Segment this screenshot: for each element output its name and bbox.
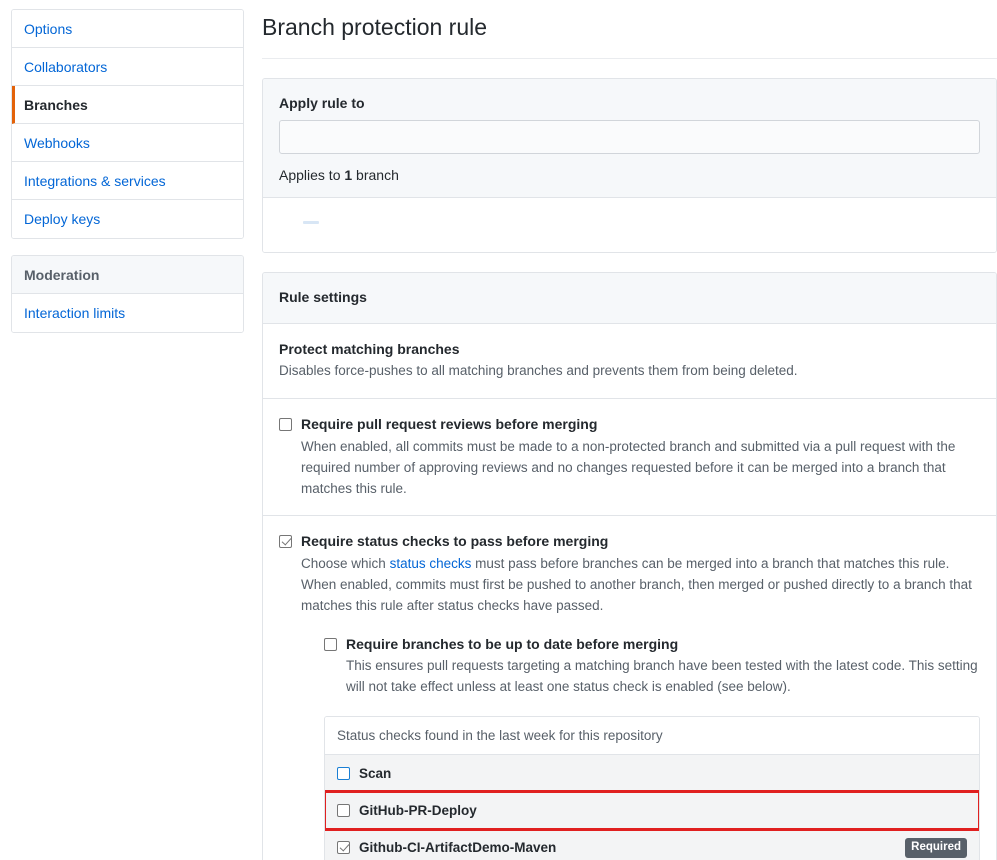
status-check-row-scan[interactable]: Scan	[325, 755, 979, 792]
redacted-branch-name	[303, 221, 319, 224]
sidebar-group-moderation: Moderation Interaction limits	[11, 255, 244, 333]
status-check-checkbox-github-ci-artifactdemo-maven[interactable]	[337, 841, 350, 854]
require-status-checks-checkbox[interactable]	[279, 535, 292, 548]
require-status-checks-row: Require status checks to pass before mer…	[263, 516, 996, 860]
sidebar-item-interaction-limits[interactable]: Interaction limits	[12, 294, 243, 332]
applies-to-count: 1	[344, 167, 352, 183]
status-check-row-github-pr-deploy[interactable]: GitHub-PR-Deploy	[325, 792, 979, 829]
require-status-checks-title: Require status checks to pass before mer…	[301, 532, 980, 552]
status-check-row-github-ci-artifactdemo-maven[interactable]: Github-CI-ArtifactDemo-Maven Required	[325, 829, 979, 860]
require-branches-up-to-date-desc: This ensures pull requests targeting a m…	[346, 656, 980, 698]
sidebar-item-webhooks[interactable]: Webhooks	[12, 124, 243, 162]
apply-rule-label: Apply rule to	[279, 95, 980, 111]
sidebar-item-label: Branches	[24, 97, 88, 113]
sidebar-group-repository: Options Collaborators Branches Webhooks …	[11, 9, 244, 239]
require-branches-up-to-date-title: Require branches to be up to date before…	[346, 635, 980, 655]
status-badge-required: Required	[905, 838, 967, 858]
applies-to-suffix: branch	[352, 167, 399, 183]
require-pull-request-reviews-title: Require pull request reviews before merg…	[301, 415, 980, 435]
require-pull-request-reviews-desc: When enabled, all commits must be made t…	[301, 437, 980, 500]
sidebar-item-branches[interactable]: Branches	[12, 86, 243, 124]
sidebar-item-label: Webhooks	[24, 135, 90, 151]
rule-settings-panel: Rule settings Protect matching branches …	[262, 272, 997, 860]
sidebar-group-header-moderation: Moderation	[12, 256, 243, 294]
rule-settings-header: Rule settings	[263, 273, 996, 324]
sidebar-item-label: Deploy keys	[24, 211, 100, 227]
status-check-name: Scan	[359, 766, 391, 781]
status-checks-list: Status checks found in the last week for…	[324, 716, 980, 860]
sidebar-item-label: Interaction limits	[24, 305, 125, 321]
branch-name-pattern-input[interactable]	[279, 120, 980, 154]
status-check-name: GitHub-PR-Deploy	[359, 803, 477, 818]
sidebar-item-deploy-keys[interactable]: Deploy keys	[12, 200, 243, 238]
require-status-checks-desc: Choose which status checks must pass bef…	[301, 554, 980, 617]
require-pull-request-reviews-row: Require pull request reviews before merg…	[263, 399, 996, 516]
apply-rule-header: Apply rule to Applies to 1 branch	[263, 79, 996, 198]
status-check-checkbox-scan[interactable]	[337, 767, 350, 780]
protect-matching-branches-title: Protect matching branches	[279, 340, 980, 360]
applies-to-note: Applies to 1 branch	[279, 167, 980, 183]
sidebar-item-integrations-and-services[interactable]: Integrations & services	[12, 162, 243, 200]
sidebar-item-label: Options	[24, 21, 72, 37]
apply-rule-panel: Apply rule to Applies to 1 branch	[262, 78, 997, 253]
applies-to-prefix: Applies to	[279, 167, 344, 183]
desc-text-before-link: Choose which	[301, 556, 390, 571]
rule-settings-title: Rule settings	[279, 289, 367, 305]
sidebar-item-options[interactable]: Options	[12, 10, 243, 48]
require-branches-up-to-date-checkbox[interactable]	[324, 638, 337, 651]
sidebar-item-collaborators[interactable]: Collaborators	[12, 48, 243, 86]
sidebar-item-label: Integrations & services	[24, 173, 166, 189]
sidebar-item-label: Collaborators	[24, 59, 107, 75]
status-check-name: Github-CI-ArtifactDemo-Maven	[359, 840, 556, 855]
status-check-checkbox-github-pr-deploy[interactable]	[337, 804, 350, 817]
page-title: Branch protection rule	[262, 0, 997, 59]
matching-branches-list	[263, 198, 996, 252]
require-pull-request-reviews-checkbox[interactable]	[279, 418, 292, 431]
status-checks-link[interactable]: status checks	[390, 556, 472, 571]
settings-sidebar: Options Collaborators Branches Webhooks …	[11, 9, 244, 333]
protect-matching-branches-row: Protect matching branches Disables force…	[263, 324, 996, 400]
status-checks-list-header: Status checks found in the last week for…	[325, 717, 979, 755]
protect-matching-branches-desc: Disables force-pushes to all matching br…	[279, 361, 980, 382]
main-content: Branch protection rule Apply rule to App…	[262, 0, 997, 860]
branch-protection-settings-page: Options Collaborators Branches Webhooks …	[0, 0, 997, 860]
